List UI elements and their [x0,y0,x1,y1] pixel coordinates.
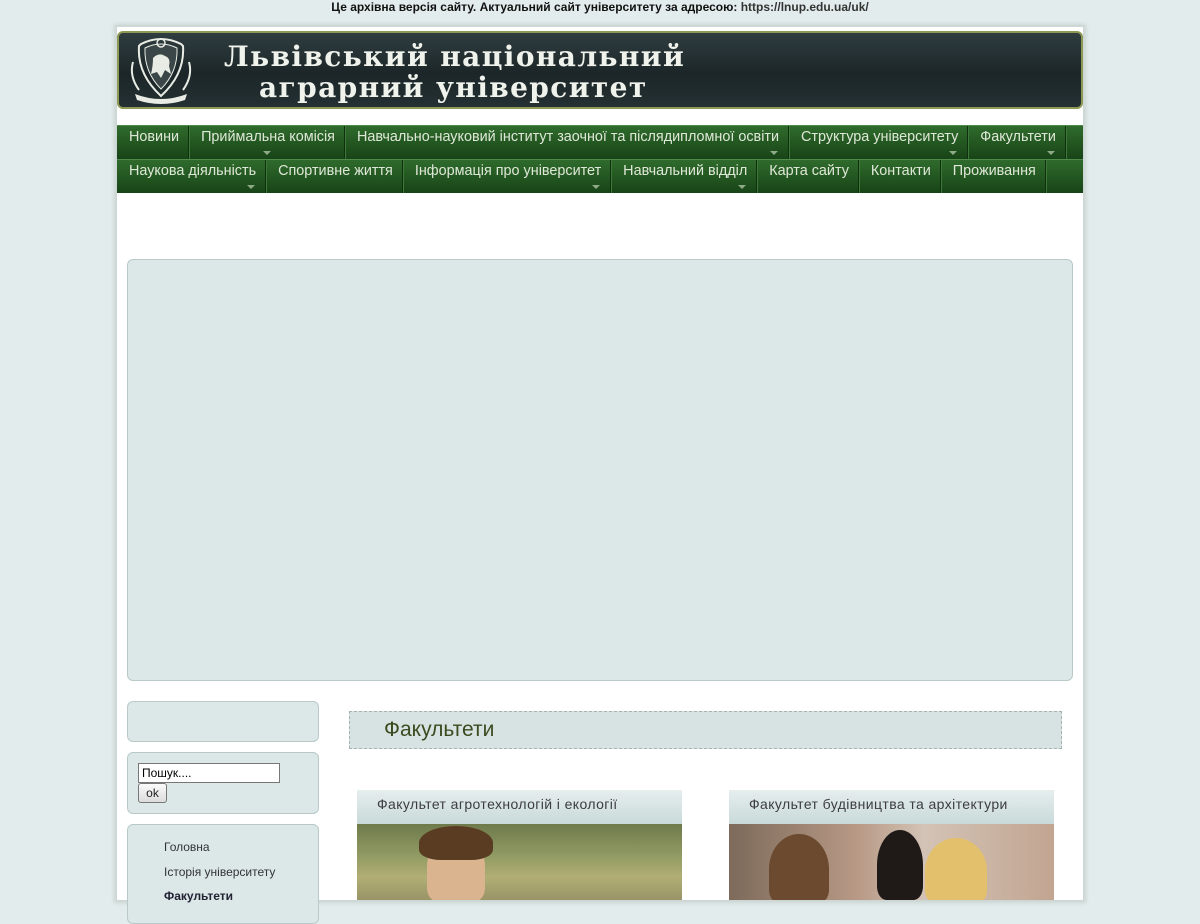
faculty-card-architecture[interactable]: Факультет будівництва та архітектури [729,790,1054,900]
search-input[interactable] [138,763,280,783]
search-button[interactable]: ok [138,783,167,803]
nav-item-admissions[interactable]: Приймальна комісія [189,126,345,159]
search-box: ok [127,752,319,814]
site-title-line1: Львівський національний [224,40,686,73]
submenu-arrow-icon [949,151,958,155]
faculty-photo [729,824,1054,900]
university-crest-icon[interactable] [125,36,197,106]
sidebar-item-faculties[interactable]: Факультети [164,889,233,903]
nav-item-label: Карта сайту [769,163,849,179]
nav-item-contacts[interactable]: Контакти [859,160,941,193]
sidebar-item-history[interactable]: Історія університету [164,865,275,879]
student-figure [769,834,829,900]
submenu-arrow-icon [738,185,747,189]
submenu-arrow-icon [592,185,601,189]
archive-notice-text: Це архівна версія сайту. Актуальний сайт… [331,0,738,14]
nav-item-label: Приймальна комісія [201,129,335,145]
nav-item-label: Наукова діяльність [129,163,257,179]
nav-item-label: Інформація про університет [414,163,602,179]
nav-item-label: Навчальний відділ [623,163,748,179]
site-title[interactable]: Львівський національний аграрний універс… [224,41,685,103]
nav-item-education-dept[interactable]: Навчальний відділ [611,160,758,193]
nav-row-1: Новини Приймальна комісія Навчально-наук… [117,125,1083,159]
archive-notice: Це архівна версія сайту. Актуальний сайт… [0,0,1200,14]
site-header: Львівський національний аграрний універс… [117,31,1083,109]
nav-item-label: Новини [129,129,180,145]
nav-item-about[interactable]: Інформація про університет [403,160,612,193]
faculty-photo [357,824,682,900]
nav-item-sitemap[interactable]: Карта сайту [757,160,859,193]
submenu-arrow-icon [770,151,779,155]
nav-item-label: Факультети [980,129,1056,145]
faculty-card-header: Факультет будівництва та архітектури [729,790,1054,824]
nav-item-housing[interactable]: Проживання [941,160,1046,193]
faculty-card-header: Факультет агротехнологій і екології [357,790,682,824]
submenu-arrow-icon [262,151,271,155]
nav-item-news[interactable]: Новини [117,126,190,159]
faculty-card-agrotech[interactable]: Факультет агротехнологій і екології [357,790,682,900]
nav-item-label: Структура університету [801,129,959,145]
nav-item-label: Навчально-науковий інститут заочної та п… [356,129,780,145]
page-title: Факультети [384,718,495,741]
student-hair [419,826,493,860]
nav-row-2: Наукова діяльність Спортивне життя Інфор… [117,159,1083,193]
nav-item-label: Контакти [870,163,931,179]
page-container: Львівський національний аграрний універс… [117,27,1083,924]
nav-item-faculties[interactable]: Факультети [968,126,1066,159]
submenu-arrow-icon [1046,151,1055,155]
sidebar-menu: Головна Історія університету Факультети [127,824,319,924]
nav-item-label: Проживання [952,163,1036,179]
site-title-line2: аграрний університет [259,71,648,104]
student-figure [877,830,923,900]
faculty-name: Факультет агротехнологій і екології [377,796,618,812]
sidebar-empty-box [127,701,319,742]
nav-item-sports[interactable]: Спортивне життя [266,160,403,193]
nav-item-structure[interactable]: Структура університету [789,126,969,159]
faculty-name: Факультет будівництва та архітектури [749,796,1008,812]
nav-item-institute[interactable]: Навчально-науковий інститут заочної та п… [345,126,790,159]
current-site-link[interactable]: https://lnup.edu.ua/uk/ [741,0,869,14]
nav-item-research[interactable]: Наукова діяльність [117,160,267,193]
banner-slider[interactable] [127,259,1073,681]
student-figure [925,838,987,900]
nav-item-label: Спортивне життя [278,163,393,179]
main-navigation: Новини Приймальна комісія Навчально-наук… [117,125,1083,193]
submenu-arrow-icon [247,185,256,189]
page-title-bar: Факультети [349,711,1062,749]
sidebar-item-home[interactable]: Головна [164,840,210,854]
